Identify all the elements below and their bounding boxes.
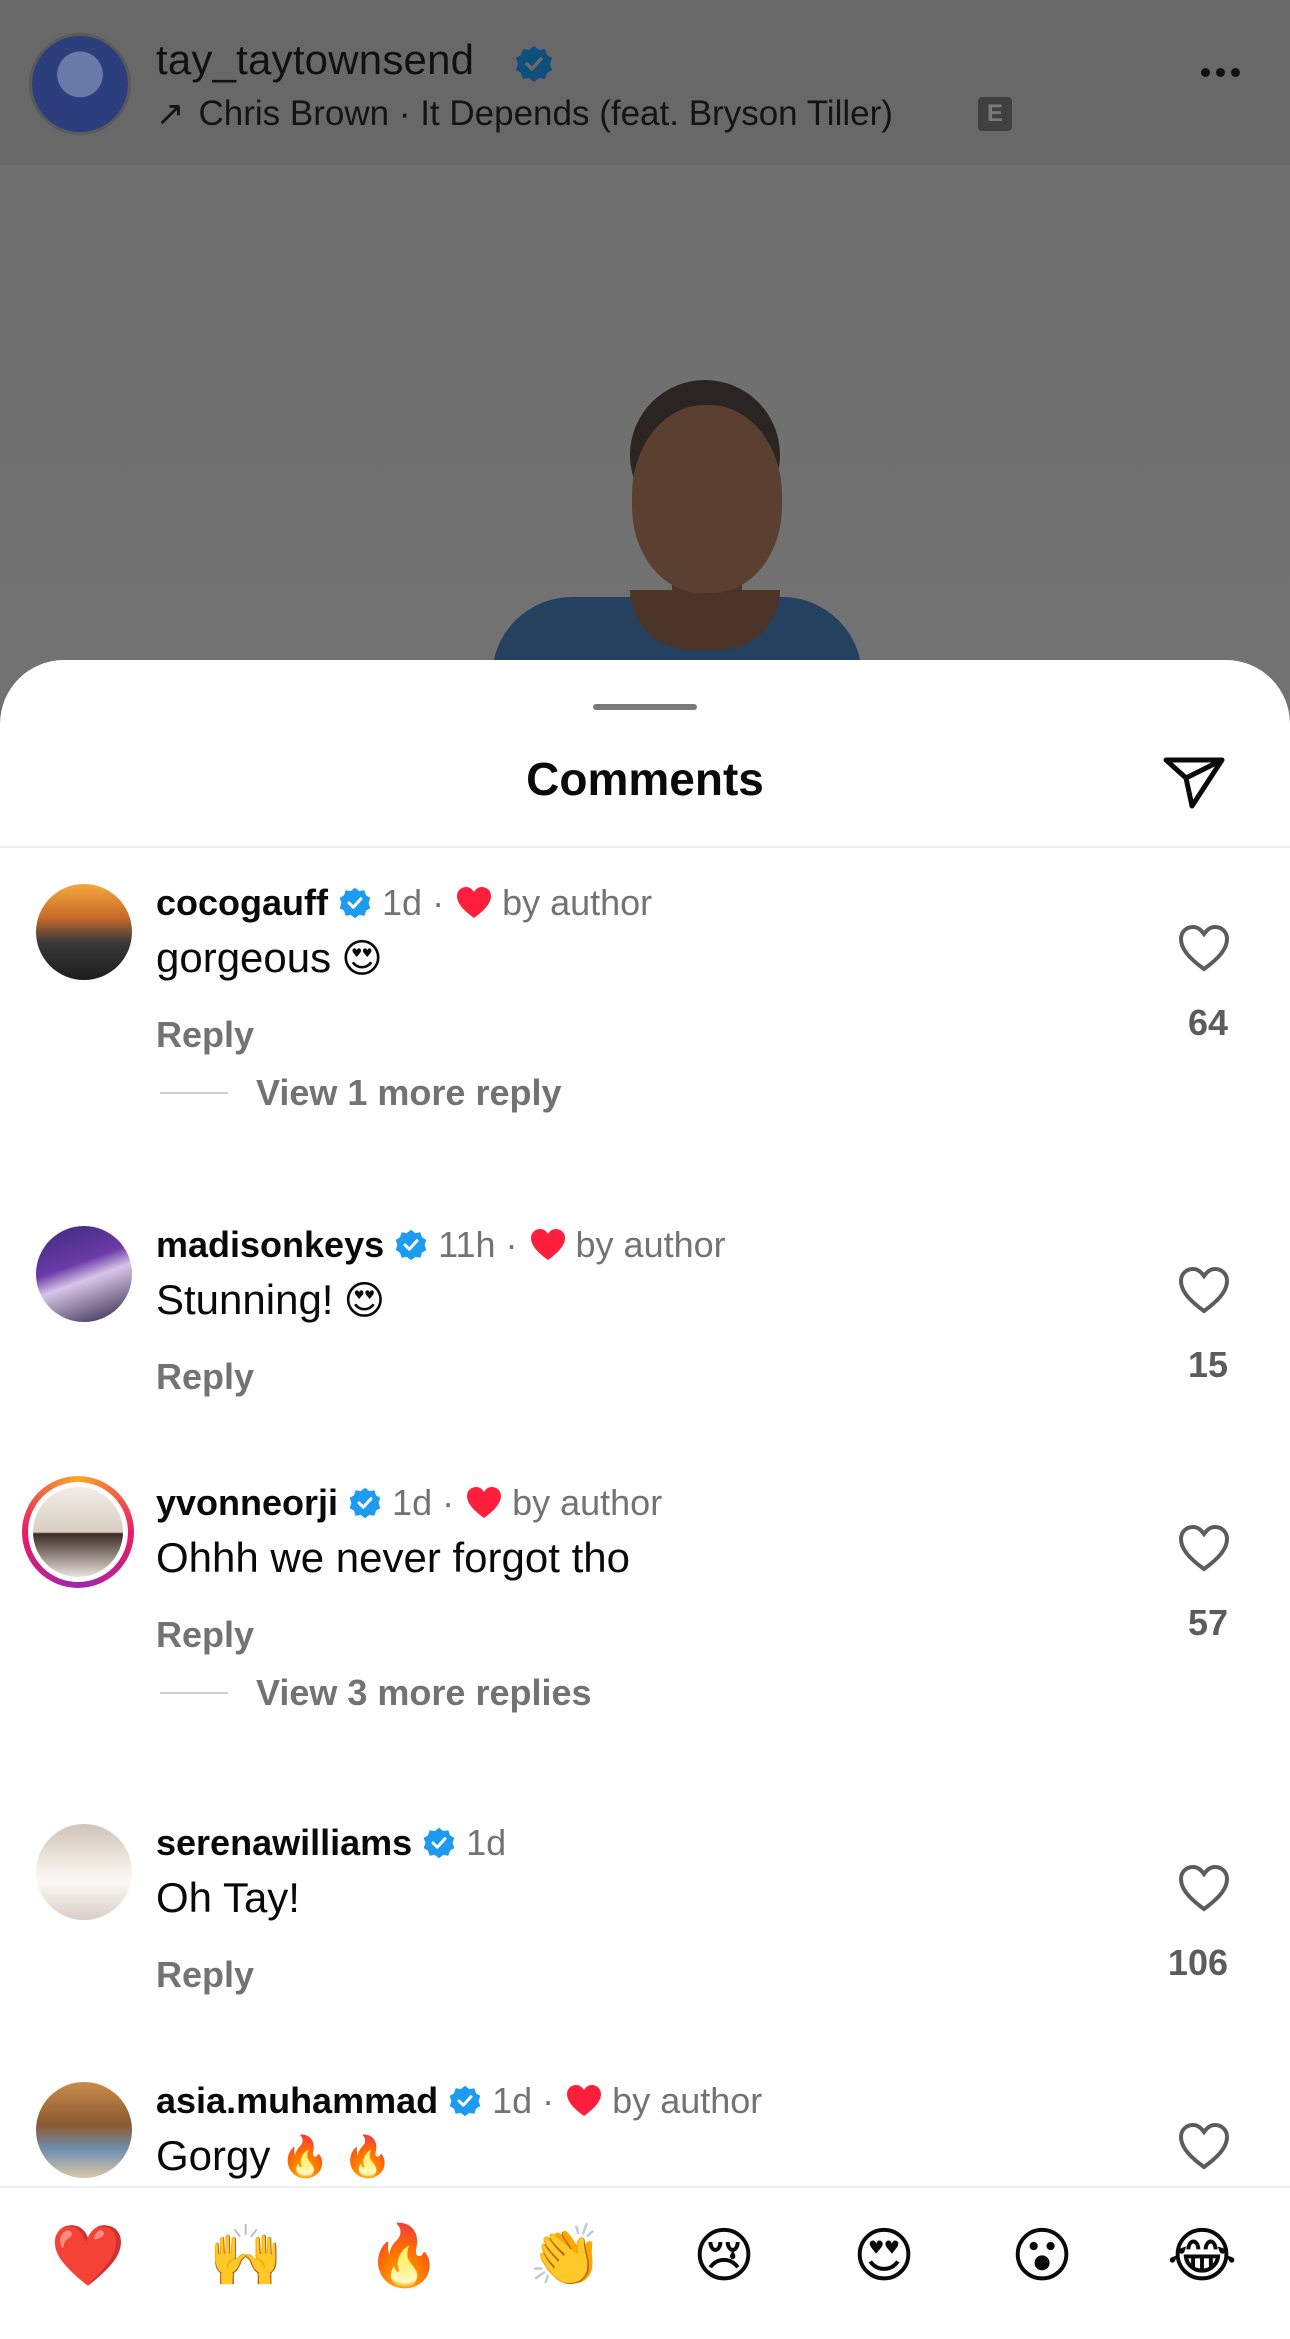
comment-meta: yvonneorji 1d · by author [156,1482,662,1524]
comment-text: Oh Tay! [156,1874,300,1921]
comment-time: 11h [438,1224,496,1265]
commenter-avatar[interactable] [36,884,132,980]
commenter-avatar[interactable] [36,1824,132,1920]
reply-button[interactable]: Reply [156,1954,254,1996]
verified-badge-icon [449,2085,481,2117]
red-heart-reaction[interactable]: ❤️ [46,2214,130,2298]
commenter-username[interactable]: madisonkeys [156,1224,384,1266]
comment-text: Gorgy 🔥 🔥 [156,2132,393,2180]
tears-of-joy-reaction[interactable]: 😂 [1160,2214,1244,2298]
comment-meta: cocogauff 1d · by author [156,882,652,924]
explicit-badge: E [978,97,1012,131]
heart-eyes-emoji: 😍 [343,1278,386,1324]
replies-divider-line [160,1092,228,1094]
separator: · [432,882,445,923]
commenter-username[interactable]: yvonneorji [156,1482,338,1524]
comment-time: 1d [492,2080,533,2121]
comment-time: 1d [466,1822,507,1863]
replies-divider-line [160,1692,228,1694]
clapping-hands-reaction[interactable]: 👏 [524,2214,608,2298]
verified-badge-icon [349,1487,381,1519]
sheet-title: Comments [526,753,764,805]
surprised-face-reaction[interactable]: 😮 [1000,2214,1084,2298]
post-author-avatar[interactable] [32,36,128,132]
post-author-username[interactable]: tay_taytownsend [156,36,474,84]
heart-icon [457,887,492,918]
reply-button[interactable]: Reply [156,1014,254,1056]
verified-badge-icon [395,1229,427,1261]
like-count: 64 [1187,1002,1228,1043]
separator: · [505,1224,518,1265]
liked-by-author-label: by author [502,882,653,923]
like-heart-icon[interactable] [1178,924,1230,972]
verified-badge-icon [423,1827,455,1859]
share-icon[interactable] [1158,746,1230,818]
like-heart-icon[interactable] [1178,2122,1230,2170]
raising-hands-reaction[interactable]: 🙌 [204,2214,288,2298]
commenter-username[interactable]: cocogauff [156,882,328,924]
comment-time: 1d [382,882,423,923]
post-audio-track[interactable]: ↗ Chris Brown · It Depends (feat. Bryson … [156,94,893,134]
comment-meta: madisonkeys 11h · by author [156,1224,726,1266]
commenter-avatar[interactable] [36,2082,132,2178]
post-header: tay_taytownsend ↗ Chris Brown · It Depend… [0,0,1290,165]
post-photo [0,165,1290,705]
heart-eyes-reaction[interactable]: 😍 [842,2214,926,2298]
like-count: 57 [1187,1602,1228,1643]
view-more-replies-button[interactable]: View 3 more replies [160,1672,592,1714]
comment-time: 1d [392,1482,433,1523]
heart-icon [467,1487,502,1518]
sheet-drag-handle[interactable] [593,704,697,710]
like-count: 106 [1167,1942,1228,1983]
more-options-icon[interactable] [1198,64,1250,104]
sheet-divider [0,846,1290,848]
comment-text: Stunning! 😍 [156,1276,386,1324]
separator: · [542,2080,555,2121]
reply-button[interactable]: Reply [156,1356,254,1398]
fire-emoji: 🔥 🔥 [280,2134,393,2180]
comment-text: gorgeous 😍 [156,934,383,982]
arrow-up-right-icon: ↗ [156,95,185,133]
liked-by-author-label: by author [575,1224,726,1265]
comment-text: Ohhh we never forgot tho [156,1534,630,1581]
comment-meta: asia.muhammad 1d · by author [156,2080,762,2122]
commenter-username[interactable]: asia.muhammad [156,2080,438,2122]
reply-button[interactable]: Reply [156,1614,254,1656]
heart-eyes-emoji: 😍 [341,936,383,982]
comment-meta: serenawilliams 1d [156,1822,506,1864]
crying-face-reaction[interactable]: 😢 [682,2214,766,2298]
heart-icon [530,1229,565,1260]
commenter-avatar-story-ring[interactable] [22,1476,134,1588]
heart-icon [567,2085,602,2116]
liked-by-author-label: by author [612,2080,763,2121]
commenter-avatar[interactable] [36,1226,132,1322]
comments-sheet: Comments cocogauff 1d · by author gorgeo… [0,660,1290,2337]
like-heart-icon[interactable] [1178,1864,1230,1912]
like-count: 15 [1187,1344,1228,1385]
verified-badge-icon [339,887,371,919]
view-more-replies-button[interactable]: View 1 more reply [160,1072,562,1114]
verified-badge-icon [516,46,552,82]
like-heart-icon[interactable] [1178,1524,1230,1572]
fire-reaction[interactable]: 🔥 [362,2214,446,2298]
liked-by-author-label: by author [512,1482,663,1523]
audio-track-label: Chris Brown · It Depends (feat. Bryson T… [198,94,893,133]
quick-reaction-bar: ❤️ 🙌 🔥 👏 😢 😍 😮 😂 [0,2186,1290,2339]
like-heart-icon[interactable] [1178,1266,1230,1314]
commenter-username[interactable]: serenawilliams [156,1822,412,1864]
separator: · [442,1482,455,1523]
